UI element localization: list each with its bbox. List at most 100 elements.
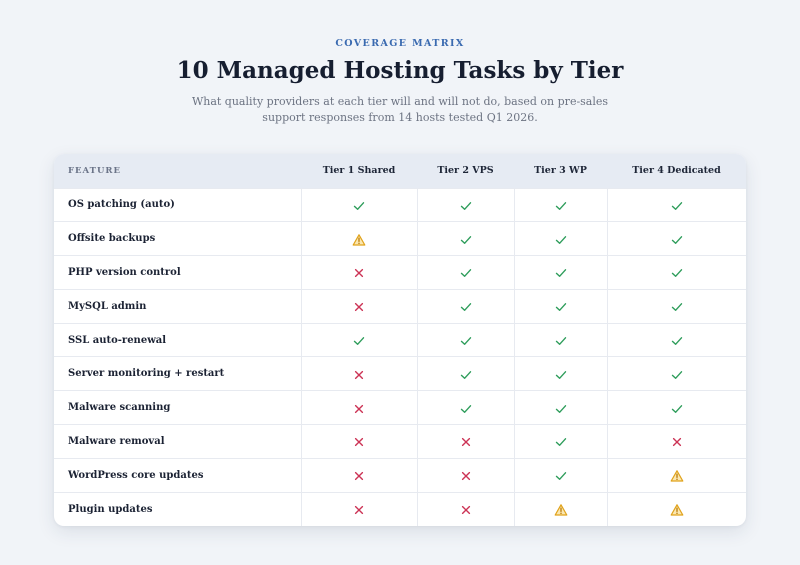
check-icon — [670, 368, 684, 382]
tier-1-cell — [300, 458, 417, 493]
check-icon — [554, 300, 568, 314]
table-row: PHP version control — [54, 255, 746, 290]
check-icon — [459, 199, 473, 213]
tier-4-cell — [606, 221, 746, 256]
tier-1-cell — [300, 356, 417, 391]
tier-3-cell — [513, 255, 607, 290]
cross-icon — [352, 469, 366, 483]
tier-2-cell — [416, 492, 514, 526]
cross-icon — [459, 435, 473, 449]
table-row: Plugin updates — [54, 492, 746, 526]
tier-1-cell — [300, 188, 417, 222]
tier-4-cell — [606, 390, 746, 425]
warning-icon — [554, 503, 568, 517]
cross-icon — [352, 402, 366, 416]
eyebrow-label: COVERAGE MATRIX — [335, 38, 465, 49]
tier-2-cell — [416, 390, 514, 425]
check-icon — [459, 368, 473, 382]
check-icon — [670, 199, 684, 213]
check-icon — [554, 435, 568, 449]
table-header-row: FEATURE Tier 1 Shared Tier 2 VPS Tier 3 … — [54, 154, 746, 188]
tier-1-cell — [300, 390, 417, 425]
tier-2-cell — [416, 255, 514, 290]
tier-2-cell — [416, 458, 514, 493]
check-icon — [670, 402, 684, 416]
tier-1-cell — [300, 289, 417, 324]
table-row: SSL auto-renewal — [54, 323, 746, 357]
check-icon — [554, 368, 568, 382]
tier-2-cell — [416, 323, 514, 357]
feature-label: Malware removal — [68, 435, 165, 447]
tier-4-cell — [606, 255, 746, 290]
feature-label: OS patching (auto) — [68, 199, 175, 211]
check-icon — [352, 199, 366, 213]
column-header-tier-4: Tier 4 Dedicated — [632, 165, 721, 177]
coverage-matrix-card: FEATURE Tier 1 Shared Tier 2 VPS Tier 3 … — [54, 154, 746, 526]
cross-icon — [352, 503, 366, 517]
tier-3-cell — [513, 188, 607, 222]
check-icon — [459, 300, 473, 314]
coverage-matrix-table: FEATURE Tier 1 Shared Tier 2 VPS Tier 3 … — [54, 154, 746, 526]
feature-label: SSL auto-renewal — [68, 334, 167, 346]
tier-3-cell — [513, 390, 607, 425]
feature-label: Malware scanning — [68, 402, 171, 414]
cross-icon — [459, 503, 473, 517]
tier-4-cell — [606, 458, 746, 493]
check-icon — [670, 233, 684, 247]
page-title: 10 Managed Hosting Tasks by Tier — [176, 57, 624, 84]
tier-3-cell — [513, 356, 607, 391]
check-icon — [554, 469, 568, 483]
check-icon — [554, 334, 568, 348]
cross-icon — [352, 300, 366, 314]
column-header-tier-3: Tier 3 WP — [534, 165, 587, 177]
tier-1-cell — [300, 323, 417, 357]
tier-1-cell — [300, 492, 417, 526]
table-row: WordPress core updates — [54, 458, 746, 493]
table-row: Malware removal — [54, 424, 746, 459]
table-row: OS patching (auto) — [54, 188, 746, 222]
cross-icon — [352, 435, 366, 449]
warning-icon — [670, 503, 684, 517]
table-row: Offsite backups — [54, 221, 746, 256]
tier-4-cell — [606, 323, 746, 357]
column-header-tier-1: Tier 1 Shared — [322, 165, 396, 177]
table-row: Server monitoring + restart — [54, 356, 746, 391]
column-header-tier-2: Tier 2 VPS — [437, 165, 494, 177]
check-icon — [459, 334, 473, 348]
tier-2-cell — [416, 289, 514, 324]
tier-3-cell — [513, 289, 607, 324]
tier-3-cell — [513, 424, 607, 459]
cross-icon — [459, 469, 473, 483]
cross-icon — [352, 368, 366, 382]
tier-1-cell — [300, 424, 417, 459]
cross-icon — [670, 435, 684, 449]
check-icon — [459, 266, 473, 280]
tier-2-cell — [416, 424, 514, 459]
tier-3-cell — [513, 492, 607, 526]
warning-icon — [670, 469, 684, 483]
check-icon — [459, 402, 473, 416]
tier-2-cell — [416, 356, 514, 391]
warning-icon — [352, 233, 366, 247]
check-icon — [352, 334, 366, 348]
table-row: Malware scanning — [54, 390, 746, 425]
feature-label: Plugin updates — [68, 503, 153, 515]
feature-label: Server monitoring + restart — [68, 368, 225, 380]
page-subtitle: What quality providers at each tier will… — [191, 95, 609, 124]
feature-label: MySQL admin — [68, 300, 147, 312]
column-header-feature: FEATURE — [68, 165, 121, 176]
tier-2-cell — [416, 221, 514, 256]
check-icon — [459, 233, 473, 247]
tier-4-cell — [606, 188, 746, 222]
check-icon — [670, 300, 684, 314]
tier-1-cell — [300, 255, 417, 290]
check-icon — [554, 266, 568, 280]
check-icon — [554, 233, 568, 247]
tier-4-cell — [606, 492, 746, 526]
tier-3-cell — [513, 458, 607, 493]
feature-label: PHP version control — [68, 266, 181, 278]
feature-label: Offsite backups — [68, 233, 156, 245]
tier-4-cell — [606, 424, 746, 459]
check-icon — [554, 402, 568, 416]
cross-icon — [352, 266, 366, 280]
